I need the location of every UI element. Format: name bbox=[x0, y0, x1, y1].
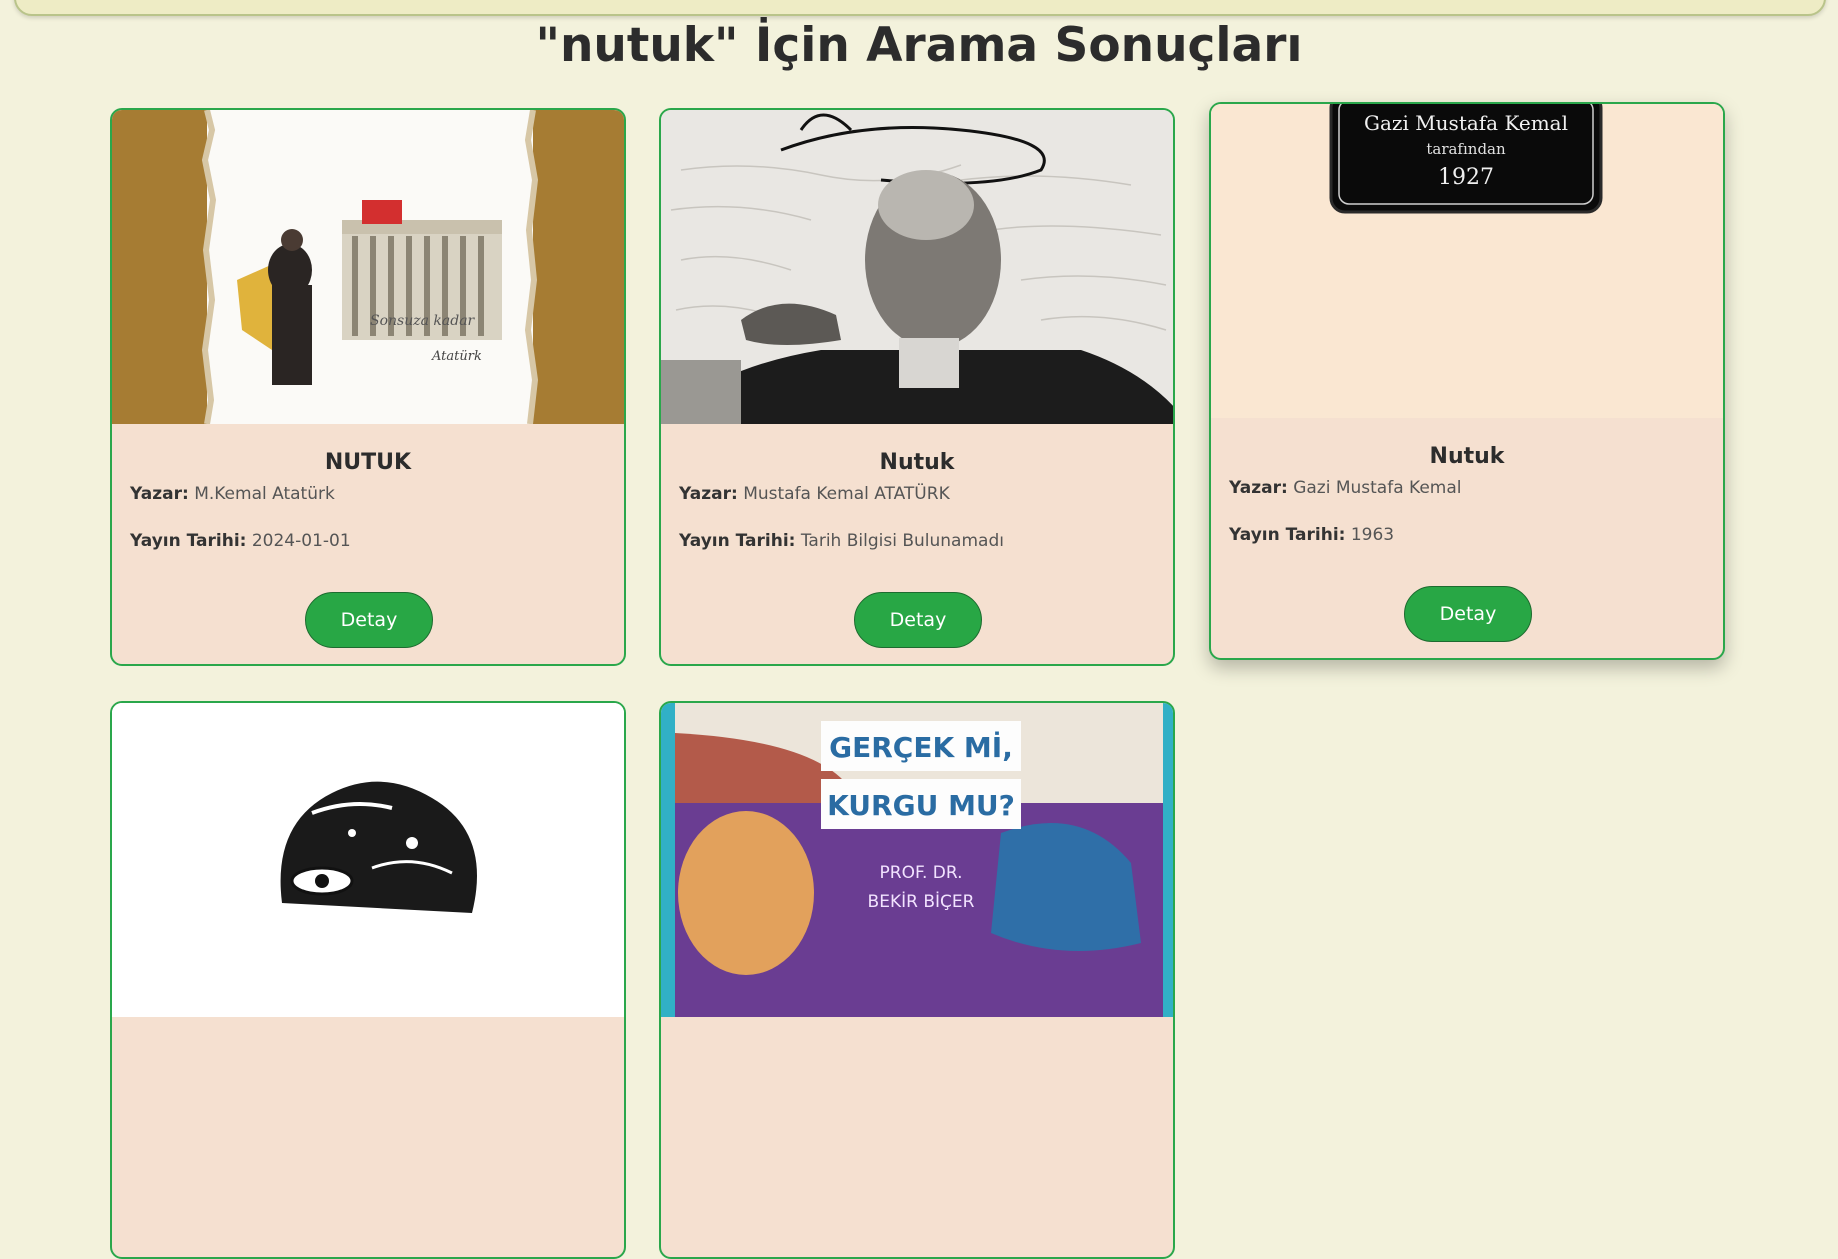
svg-text:1927: 1927 bbox=[1438, 165, 1494, 190]
svg-text:BEKİR BİÇER: BEKİR BİÇER bbox=[868, 891, 975, 912]
book-cover-image[interactable]: Sonsuza kadar Atatürk bbox=[112, 110, 624, 424]
book-card bbox=[110, 701, 626, 1259]
page-title: "nutuk" İçin Arama Sonuçları bbox=[535, 18, 1303, 73]
book-author: Yazar: Gazi Mustafa Kemal bbox=[1229, 478, 1462, 498]
book-title: Nutuk bbox=[879, 450, 955, 475]
book-card: Nutuk Yazar: Mustafa Kemal ATATÜRK Yayın… bbox=[659, 108, 1175, 666]
detay-button[interactable]: Detay bbox=[305, 592, 433, 648]
svg-text:GERÇEK Mİ,: GERÇEK Mİ, bbox=[829, 730, 1013, 764]
svg-text:Gazi Mustafa Kemal: Gazi Mustafa Kemal bbox=[1364, 111, 1568, 135]
svg-text:Atatürk: Atatürk bbox=[431, 349, 482, 364]
book-card: Gazi Mustafa Kemal tarafından 1927 Nutuk… bbox=[1209, 102, 1725, 660]
top-navbar bbox=[14, 0, 1826, 16]
book-date: Yayın Tarihi: Tarih Bilgisi Bulunamadı bbox=[679, 531, 1004, 551]
book-date: Yayın Tarihi: 1963 bbox=[1229, 525, 1395, 545]
svg-text:PROF. DR.: PROF. DR. bbox=[880, 863, 963, 883]
book-cover-image[interactable] bbox=[112, 703, 624, 1017]
book-title: NUTUK bbox=[324, 450, 412, 475]
book-author: Yazar: Mustafa Kemal ATATÜRK bbox=[679, 484, 950, 504]
book-title: Nutuk bbox=[1429, 444, 1505, 469]
book-date: Yayın Tarihi: 2024-01-01 bbox=[130, 531, 351, 551]
book-card: Sonsuza kadar Atatürk NUTUK Yazar: M.Kem… bbox=[110, 108, 626, 666]
book-cover-image[interactable] bbox=[661, 110, 1173, 424]
book-cover-image[interactable]: GERÇEK Mİ, KURGU MU? PROF. DR. BEKİR BİÇ… bbox=[661, 703, 1173, 1017]
detay-button[interactable]: Detay bbox=[1404, 586, 1532, 642]
book-cover-image[interactable]: Gazi Mustafa Kemal tarafından 1927 bbox=[1211, 104, 1723, 418]
detay-button[interactable]: Detay bbox=[854, 592, 982, 648]
svg-text:tarafından: tarafından bbox=[1426, 140, 1506, 158]
book-card: GERÇEK Mİ, KURGU MU? PROF. DR. BEKİR BİÇ… bbox=[659, 701, 1175, 1259]
svg-text:Sonsuza kadar: Sonsuza kadar bbox=[370, 313, 476, 329]
book-author: Yazar: M.Kemal Atatürk bbox=[130, 484, 335, 504]
svg-text:KURGU MU?: KURGU MU? bbox=[827, 789, 1015, 822]
